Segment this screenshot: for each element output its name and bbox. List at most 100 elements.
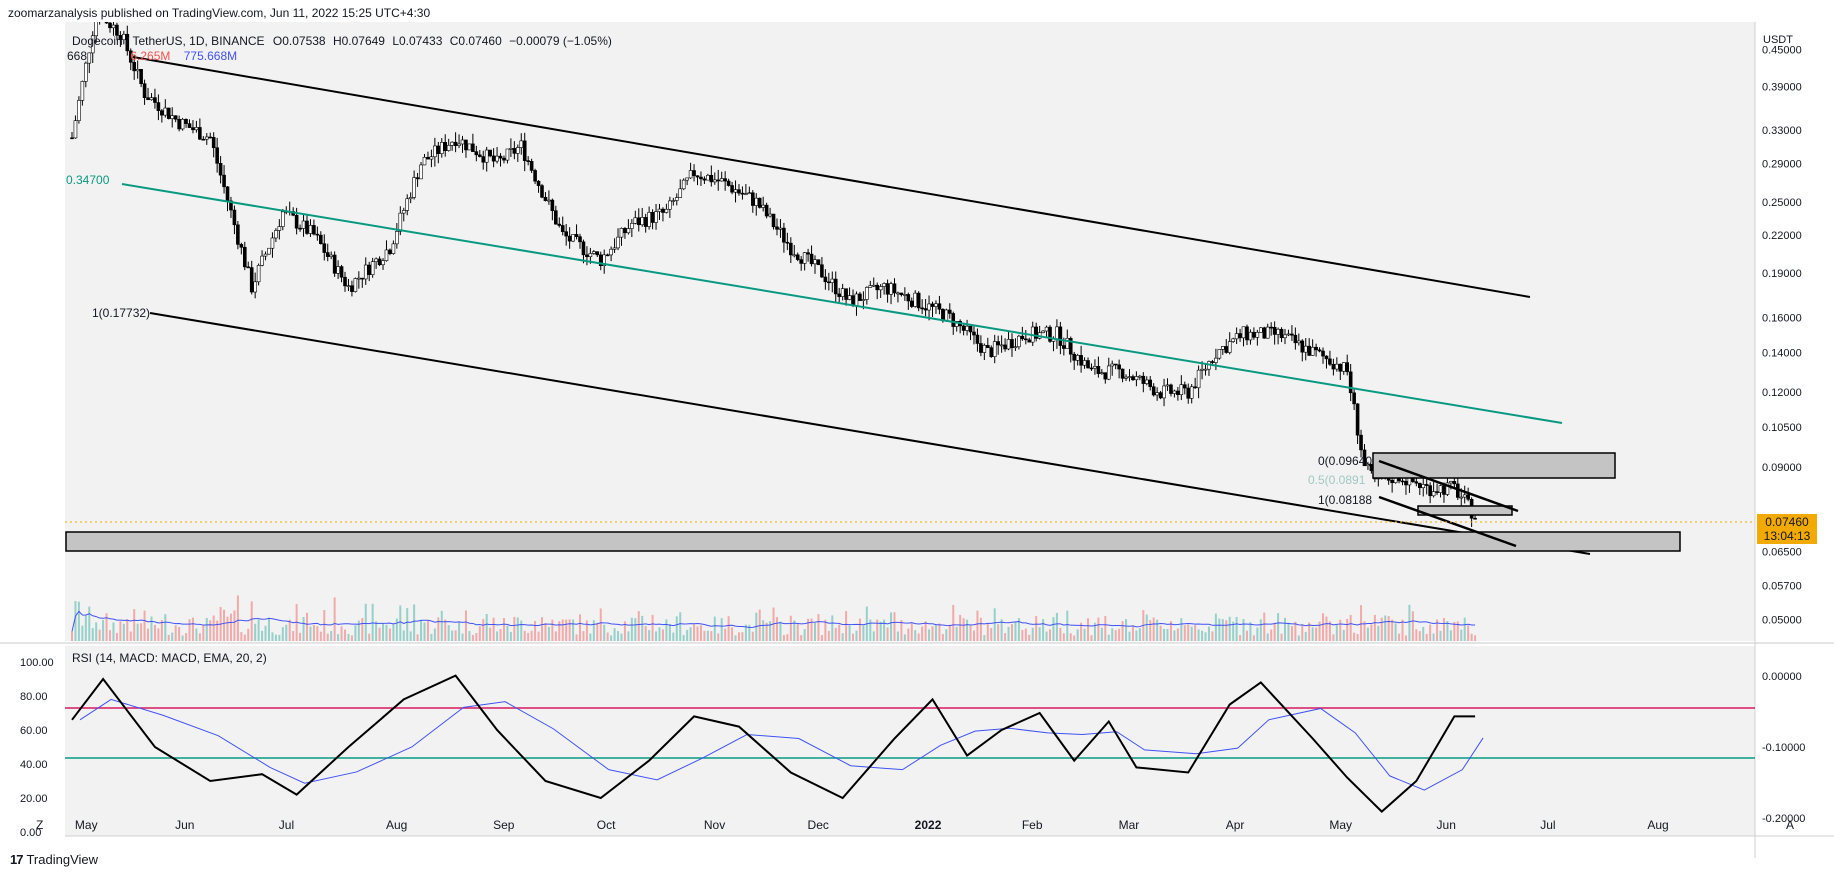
volume-bar xyxy=(202,625,205,641)
fib-flag-05-label: 0.5(0.0891 xyxy=(1308,473,1366,487)
volume-bar xyxy=(879,621,882,641)
volume-bar xyxy=(945,629,948,641)
volume-bar xyxy=(1131,625,1134,641)
volume-bar xyxy=(126,619,129,641)
volume-bar xyxy=(520,620,523,641)
volume-bar xyxy=(278,634,281,641)
volume-bar xyxy=(1422,626,1425,641)
volume-bar xyxy=(589,633,592,641)
volume-bar xyxy=(630,617,633,641)
volume-bar xyxy=(955,626,958,641)
volume-bar xyxy=(402,630,405,641)
candle xyxy=(77,96,81,124)
volume-bar xyxy=(378,627,381,641)
volume-bar xyxy=(319,631,322,641)
volume-bar xyxy=(292,631,295,641)
volume-bar xyxy=(354,625,357,641)
price-tick-label: 0.19000 xyxy=(1762,268,1802,280)
volume-bar xyxy=(274,634,277,641)
volume-bar xyxy=(423,622,426,641)
volume-bar xyxy=(1125,619,1128,641)
volume-bar xyxy=(1398,633,1401,641)
price-tick-label: 0.14000 xyxy=(1762,347,1802,359)
volume-bar xyxy=(651,614,654,641)
volume-bar xyxy=(205,617,208,641)
volume-bar xyxy=(1259,619,1262,641)
volume-bar xyxy=(1173,630,1176,641)
volume-bar xyxy=(461,633,464,641)
volume-bar xyxy=(1373,614,1376,641)
volume-bar xyxy=(333,597,336,641)
volume-bar xyxy=(862,625,865,641)
volume-bar xyxy=(648,630,651,641)
volume-bar xyxy=(1474,635,1477,641)
volume-bar xyxy=(1163,628,1166,641)
footer-brand[interactable]: 17 TradingView xyxy=(10,852,98,867)
candle xyxy=(353,277,358,293)
price-chart[interactable]: 0.34700 1(0.17732) 0(0.09640 0.5(0.0891 … xyxy=(0,22,1834,875)
volume-bar xyxy=(803,629,806,641)
volume-bar xyxy=(95,622,98,641)
volume-bar xyxy=(603,624,606,641)
volume-bar xyxy=(264,625,267,641)
volume-bar xyxy=(565,619,568,641)
volume-bar xyxy=(1104,616,1107,641)
volume-bar xyxy=(1197,629,1200,641)
time-axis-left-button[interactable]: Z xyxy=(36,818,43,832)
volume-bar xyxy=(340,626,343,641)
volume-bar xyxy=(952,605,955,641)
volume-bar xyxy=(710,631,713,641)
volume-bar xyxy=(478,626,481,641)
volume-bar xyxy=(326,633,329,641)
volume-bar xyxy=(1166,628,1169,641)
ohlc-change: −0.00079 (−1.05%) xyxy=(509,34,612,48)
volume-bar xyxy=(544,623,547,641)
indicator-label[interactable]: RSI (14, MACD: MACD, EMA, 20, 2) xyxy=(72,651,267,665)
volume-bar xyxy=(1204,632,1207,641)
volume-bar xyxy=(775,617,778,641)
volume-bar xyxy=(1021,629,1024,641)
volume-bar xyxy=(109,630,112,641)
volume-bar xyxy=(1467,625,1470,641)
volume-bar xyxy=(731,627,734,641)
support-zone[interactable] xyxy=(65,531,1681,552)
volume-bar xyxy=(579,614,582,641)
volume-bar xyxy=(502,617,505,641)
volume-bar xyxy=(181,635,184,641)
price-tick-label: 0.09000 xyxy=(1762,462,1802,474)
volume-bar xyxy=(153,624,156,641)
volume-bar xyxy=(537,631,540,641)
volume-bar xyxy=(1294,621,1297,641)
resistance-zone[interactable] xyxy=(1372,452,1616,479)
volume-bar xyxy=(1301,624,1304,641)
volume-bar xyxy=(464,610,467,641)
volume-bar xyxy=(299,632,302,641)
volume-bar xyxy=(596,622,599,641)
flag-zone[interactable] xyxy=(1417,505,1513,516)
volume-bar xyxy=(713,616,716,641)
time-tick-label: Nov xyxy=(704,818,725,832)
volume-bar xyxy=(1031,627,1034,641)
volume-bar xyxy=(986,623,989,641)
time-tick-label: Jun xyxy=(175,818,194,832)
price-tick-label: 0.06500 xyxy=(1762,546,1802,558)
volume-bar xyxy=(1176,628,1179,641)
volume-bar xyxy=(890,612,893,641)
volume-bar xyxy=(675,616,678,641)
volume-bar xyxy=(212,615,215,641)
candle xyxy=(1259,327,1263,333)
volume-bar xyxy=(1135,630,1138,641)
volume-bar xyxy=(361,618,364,641)
volume-bar xyxy=(167,634,170,641)
time-tick-label: Feb xyxy=(1022,818,1043,832)
volume-bar xyxy=(1207,626,1210,641)
volume-bar xyxy=(1038,627,1041,641)
volume-bar xyxy=(1024,628,1027,641)
volume-bar xyxy=(831,615,834,641)
volume-bar xyxy=(1007,626,1010,641)
volume-bar xyxy=(1245,630,1248,641)
auto-scale-button[interactable]: A xyxy=(1786,818,1794,832)
price-tick-label: 0.05700 xyxy=(1762,580,1802,592)
volume-bar xyxy=(375,621,378,641)
volume-bar xyxy=(855,630,858,641)
